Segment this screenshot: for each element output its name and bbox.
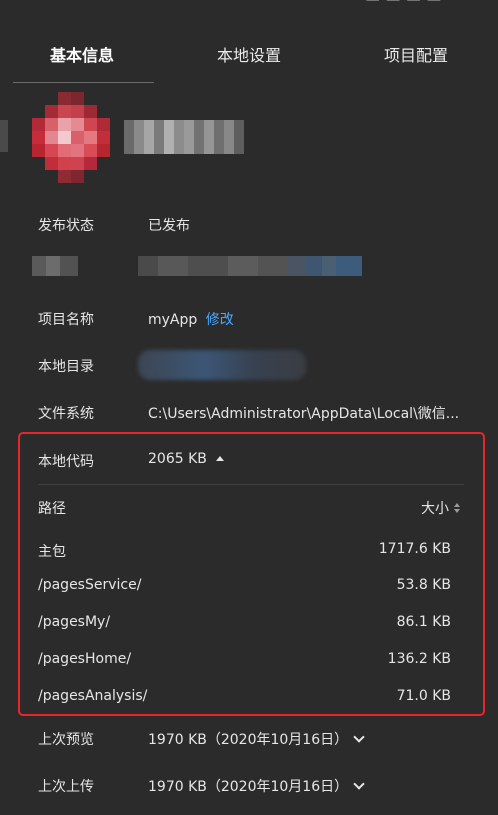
package-size: 136.2 KB [387,651,451,667]
last-upload-label: 上次上传 [38,779,94,795]
package-size: 53.8 KB [396,577,451,593]
package-path: 主包 [38,544,66,560]
package-table-header: 路径 大小 [20,494,483,518]
last-upload-value: 1970 KB（2020年10月16日） [148,779,349,795]
publish-status-row: 发布状态 已发布 [0,212,498,236]
last-upload-value-wrap: 1970 KB（2020年10月16日） [148,776,365,796]
project-name-value: myApp [148,312,198,328]
local-dir-label: 本地目录 [38,359,94,375]
last-preview-label: 上次预览 [38,732,94,748]
package-size: 71.0 KB [396,688,451,704]
table-row: /pagesAnalysis/ 71.0 KB [20,685,483,709]
caret-up-icon[interactable] [215,456,224,461]
toolbar-cutoff-text: — — — — [365,0,442,8]
local-code-header[interactable]: 本地代码 2065 KB [20,434,483,484]
divider [38,484,464,485]
file-system-label: 文件系统 [38,406,94,422]
package-size: 86.1 KB [396,614,451,630]
tab-bar: 基本信息 本地设置 项目配置 [0,22,498,84]
redacted-local-dir [138,350,306,380]
table-row: /pagesMy/ 86.1 KB [20,611,483,635]
local-code-value-wrap: 2065 KB [148,451,224,467]
chevron-down-icon[interactable] [353,731,365,743]
package-size: 1717.6 KB [378,541,451,557]
last-upload-row[interactable]: 上次上传 1970 KB（2020年10月16日） [0,773,498,797]
package-path: /pagesMy/ [38,614,111,630]
column-path-header: 路径 [38,501,66,517]
project-name-label: 项目名称 [38,312,94,328]
package-path: /pagesService/ [38,577,142,593]
last-preview-value-wrap: 1970 KB（2020年10月16日） [148,729,365,749]
active-tab-indicator [13,82,154,83]
table-row: 主包 1717.6 KB [20,538,483,562]
tab-basic-info[interactable]: 基本信息 [50,42,114,66]
tab-project-config[interactable]: 项目配置 [384,42,448,66]
redacted-edge [0,120,8,152]
local-code-section: 本地代码 2065 KB 路径 大小 主包 1717.6 KB /pagesSe… [18,432,485,716]
column-size-label: 大小 [421,501,449,517]
chevron-down-icon[interactable] [353,778,365,790]
package-path: /pagesAnalysis/ [38,688,148,704]
last-preview-row[interactable]: 上次预览 1970 KB（2020年10月16日） [0,726,498,750]
local-code-size: 2065 KB [148,451,207,467]
project-details-panel: — — — — 基本信息 本地设置 项目配置 发布状态 已发布 项目名称 myA… [0,0,498,815]
table-row: /pagesHome/ 136.2 KB [20,648,483,672]
table-row: /pagesService/ 53.8 KB [20,574,483,598]
last-preview-value: 1970 KB（2020年10月16日） [148,732,349,748]
rename-project-link[interactable]: 修改 [206,312,234,328]
local-code-label: 本地代码 [38,454,94,470]
avatar [32,92,110,184]
file-system-row: 文件系统 C:\Users\Administrator\AppData\Loca… [0,400,498,424]
publish-status-label: 发布状态 [38,218,94,234]
tab-local-settings[interactable]: 本地设置 [217,42,281,66]
project-name-row: 项目名称 myApp 修改 [0,306,498,330]
redacted-info-row [0,256,498,276]
project-name-value-wrap: myApp 修改 [148,309,234,329]
top-toolbar-strip: — — — — [0,0,498,10]
file-system-path-link[interactable]: C:\Users\Administrator\AppData\Local\微信.… [148,403,459,423]
package-path: /pagesHome/ [38,651,132,667]
redacted-app-name [124,120,244,154]
column-size-header[interactable]: 大小 [421,498,461,518]
publish-status-value: 已发布 [148,218,190,234]
sort-icon[interactable] [453,502,461,514]
